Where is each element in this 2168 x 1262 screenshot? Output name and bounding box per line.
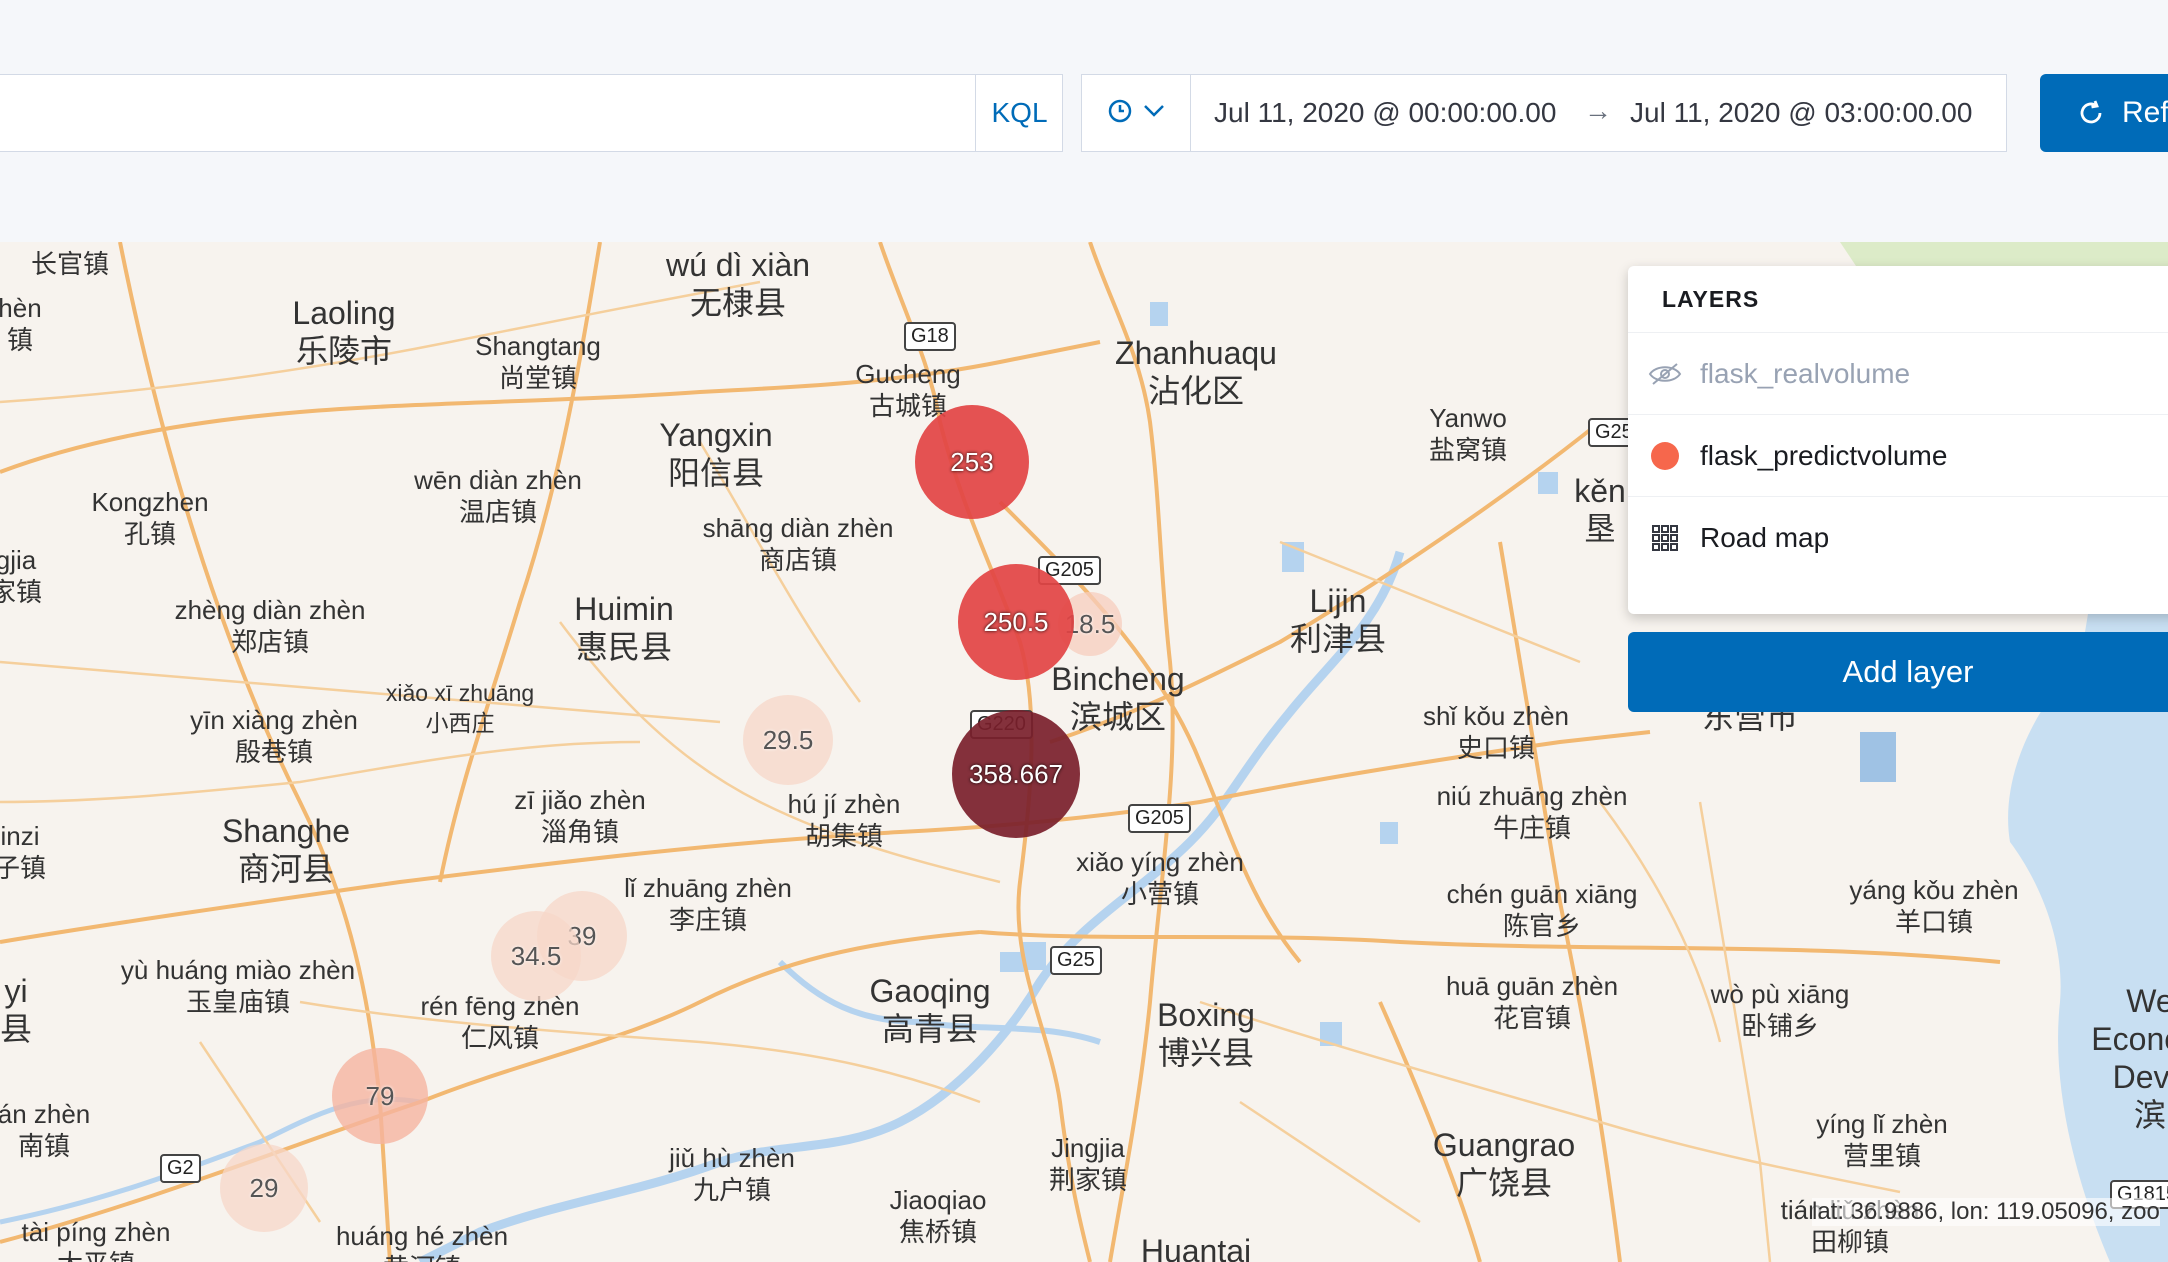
place-label: Lijin 利津县: [1289, 583, 1387, 657]
place-label: huáng hé zhèn黄河镇: [335, 1221, 509, 1262]
place-label: Yanwo 盐窝镇: [1428, 403, 1508, 465]
place-label: Kongzhen 孔镇: [91, 487, 209, 549]
place-label: wú dì xiàn 无棣县: [665, 247, 811, 321]
place-label: Jiaoqiao 焦桥镇: [889, 1185, 987, 1247]
place-label: xiǎo yíng zhèn 小营镇: [1076, 847, 1244, 909]
place-label: tài píng zhèn太平镇: [21, 1217, 171, 1262]
refresh-icon: [2076, 98, 2106, 128]
place-label: jiǔ hù zhèn 九户镇: [669, 1143, 795, 1205]
place-label: Jingjia 荆家镇: [1048, 1133, 1128, 1195]
road-shield: G2: [160, 1154, 201, 1183]
place-label: xiǎo xī zhuāng 小西庄: [385, 680, 535, 736]
arrow-right-icon: →: [1584, 95, 1612, 126]
refresh-button[interactable]: Ref: [2040, 74, 2168, 152]
place-label: rén fēng zhèn 仁风镇: [420, 991, 580, 1053]
end-date[interactable]: Jul 11, 2020 @ 03:00:00.00: [1630, 97, 1972, 129]
place-label: Shanghe 商河县: [221, 813, 351, 887]
layer-name: Road map: [1700, 522, 1830, 553]
place-label: 长官镇: [30, 249, 110, 279]
place-label: zī jiǎo zhèn 淄角镇: [514, 785, 646, 847]
place-label: Boxing 博兴县: [1157, 997, 1255, 1071]
grid-icon: [1648, 524, 1682, 552]
eye-closed-icon[interactable]: [1648, 362, 1682, 386]
road-shield: G205: [1128, 804, 1191, 833]
place-label: shāng diàn zhèn 商店镇: [702, 513, 894, 575]
quick-menu-button[interactable]: [1082, 75, 1191, 151]
place-label: yíng lǐ zhèn 营里镇: [1816, 1109, 1948, 1171]
date-picker[interactable]: Jul 11, 2020 @ 00:00:00.00 → Jul 11, 202…: [1081, 74, 2007, 152]
place-label: Laoling 乐陵市: [292, 295, 396, 369]
edge-label: WeEconomDeve滨: [2091, 983, 2168, 1133]
edge-label: yi 县: [0, 973, 33, 1047]
layer-row-flask-predictvolume[interactable]: flask_predictvolume: [1628, 414, 2168, 497]
layers-panel: LAYERS flask_realvolume flask_predictvol…: [1628, 266, 2168, 614]
data-bubble[interactable]: 79: [332, 1048, 428, 1144]
chevron-down-icon: [1143, 104, 1165, 123]
place-label: Huimin 惠民县: [574, 591, 674, 665]
data-bubble[interactable]: 253: [915, 405, 1029, 519]
place-label: wò pù xiāng 卧铺乡: [1710, 979, 1850, 1041]
place-label: hú jí zhèn 胡集镇: [787, 789, 901, 851]
place-label: Gaoqing 高青县: [869, 973, 991, 1047]
place-label: yáng kǒu zhèn 羊口镇: [1849, 875, 2019, 937]
data-bubble[interactable]: 34.5: [491, 911, 581, 1001]
edge-label: inzi 子镇: [0, 821, 47, 883]
query-bar-area: KQL Jul 11, 2020 @ 00:00:00.00 → Jul 11,…: [0, 0, 2168, 242]
place-label: niú zhuāng zhèn 牛庄镇: [1436, 781, 1628, 843]
layer-row-flask-realvolume[interactable]: flask_realvolume: [1628, 332, 2168, 415]
data-bubble[interactable]: 358.667: [952, 710, 1080, 838]
place-label: Shangtang 尚堂镇: [475, 331, 601, 393]
road-shield: G18: [904, 322, 956, 351]
data-bubble[interactable]: 250.5: [958, 564, 1074, 680]
place-label: chén guān xiāng 陈官乡: [1446, 879, 1638, 941]
place-label: zhèng diàn zhèn 郑店镇: [174, 595, 366, 657]
place-label: yīn xiàng zhèn 殷巷镇: [190, 705, 358, 767]
edge-label: gjia 家镇: [0, 545, 43, 607]
query-language-button[interactable]: KQL: [975, 74, 1063, 152]
coordinates-readout: lat: 36.9886, lon: 119.05096, zoo: [1812, 1198, 2160, 1226]
place-label: shǐ kǒu zhèn 史口镇: [1423, 701, 1569, 763]
start-date[interactable]: Jul 11, 2020 @ 00:00:00.00: [1214, 97, 1556, 129]
place-label: huā guān zhèn 花官镇: [1445, 971, 1619, 1033]
calendar-icon: [1107, 98, 1133, 129]
layer-name: flask_predictvolume: [1700, 440, 1948, 471]
layers-panel-title: LAYERS: [1662, 286, 1760, 312]
layer-name: flask_realvolume: [1700, 358, 1911, 389]
place-label: Zhanhuaqu 沾化区: [1115, 335, 1277, 409]
place-label: Bincheng 滨城区: [1051, 661, 1185, 735]
data-bubble[interactable]: 29.5: [743, 695, 833, 785]
refresh-label: Ref: [2122, 96, 2168, 129]
place-label: yù huáng miào zhèn 玉皇庙镇: [120, 955, 356, 1017]
road-shield: G25: [1050, 946, 1102, 975]
data-bubble[interactable]: 29: [220, 1144, 308, 1232]
search-input[interactable]: [0, 74, 1063, 152]
place-label: Guangrao 广饶县: [1432, 1127, 1576, 1201]
layer-row-road-map[interactable]: Road map: [1628, 496, 2168, 579]
add-layer-button[interactable]: Add layer: [1628, 632, 2168, 712]
place-label: kěn 垦: [1574, 473, 1626, 547]
place-label: Yangxin 阳信县: [659, 417, 773, 491]
edge-label: án zhèn 南镇: [0, 1099, 91, 1161]
dot-icon: [1648, 441, 1682, 471]
place-label: lǐ zhuāng zhèn 李庄镇: [624, 873, 792, 935]
place-label: wēn diàn zhèn 温店镇: [414, 465, 582, 527]
edge-label: hèn 镇: [0, 293, 42, 355]
place-label: Huantai: [1140, 1233, 1252, 1262]
